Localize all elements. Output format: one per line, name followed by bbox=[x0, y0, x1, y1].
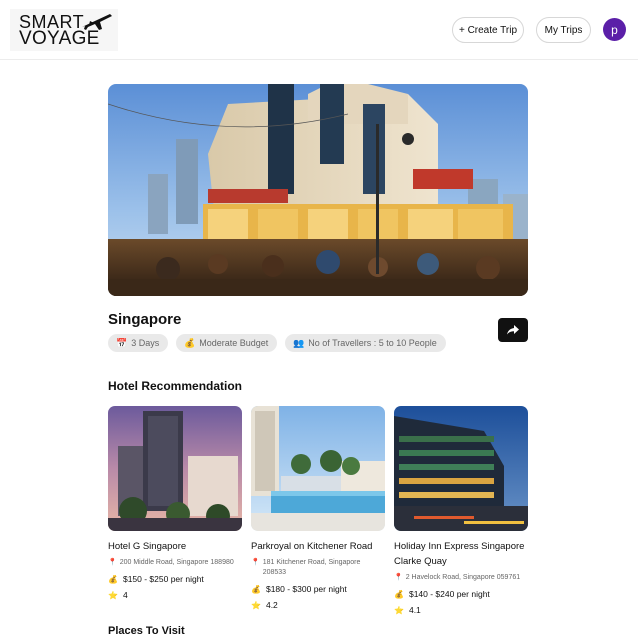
share-button[interactable] bbox=[498, 318, 528, 342]
destination-hero-image bbox=[108, 84, 528, 296]
share-icon bbox=[507, 325, 519, 335]
destination-title: Singapore bbox=[108, 311, 182, 328]
hotel-image bbox=[108, 406, 242, 531]
hotel-rating: ⭐ 4.1 bbox=[394, 605, 528, 615]
hotel-address: 📍 181 Kitchener Road, Singapore 208533 bbox=[251, 558, 385, 578]
hotel-name: Parkroyal on Kitchener Road bbox=[251, 541, 373, 552]
map-pin-icon: 📍 bbox=[394, 574, 403, 581]
hotel-image bbox=[394, 406, 528, 531]
top-navbar: SMART VOYAGE + Create Trip My Trips p bbox=[0, 0, 638, 60]
hotel-address-text: 2 Havelock Road, Singapore 059761 bbox=[405, 574, 521, 581]
budget-chip: 💰 Moderate Budget bbox=[176, 334, 278, 352]
star-icon: ⭐ bbox=[394, 605, 404, 615]
star-icon: ⭐ bbox=[251, 600, 261, 610]
budget-label: Moderate Budget bbox=[199, 338, 269, 348]
money-bag-icon: 💰 bbox=[251, 584, 261, 594]
money-bag-icon: 💰 bbox=[184, 337, 196, 348]
hotel-price-text: $140 - $240 per night bbox=[408, 589, 490, 599]
hotel-rating-value: 4 bbox=[122, 590, 128, 600]
travellers-chip: 👥 No of Travellers : 5 to 10 People bbox=[285, 334, 446, 352]
hotel-price: 💰 $140 - $240 per night bbox=[394, 589, 528, 599]
avatar[interactable]: p bbox=[603, 18, 626, 41]
hotel-price: 💰 $180 - $300 per night bbox=[251, 584, 385, 594]
hotel-card[interactable]: Hotel G Singapore 📍 200 Middle Road, Sin… bbox=[108, 406, 242, 600]
my-trips-button[interactable]: My Trips bbox=[536, 17, 591, 43]
map-pin-icon: 📍 bbox=[251, 559, 260, 566]
hotel-rating: ⭐ 4 bbox=[108, 590, 242, 600]
money-bag-icon: 💰 bbox=[394, 589, 404, 599]
hotel-rating-value: 4.1 bbox=[408, 605, 421, 615]
logo[interactable]: SMART VOYAGE bbox=[10, 9, 118, 51]
hotel-address: 📍 200 Middle Road, Singapore 188980 bbox=[108, 558, 242, 568]
hotel-card[interactable]: Parkroyal on Kitchener Road 📍 181 Kitche… bbox=[251, 406, 385, 610]
duration-label: 3 Days bbox=[131, 338, 160, 348]
hotel-price: 💰 $150 - $250 per night bbox=[108, 574, 242, 584]
hotel-name: Holiday Inn Express Singapore Clarke Qua… bbox=[394, 541, 525, 567]
duration-chip: 📅 3 Days bbox=[108, 334, 169, 352]
create-trip-button[interactable]: + Create Trip bbox=[452, 17, 524, 43]
hotel-rating-value: 4.2 bbox=[265, 600, 278, 610]
hotel-price-text: $180 - $300 per night bbox=[265, 584, 347, 594]
hotel-card[interactable]: Holiday Inn Express Singapore Clarke Qua… bbox=[394, 406, 528, 615]
hotel-address-text: 200 Middle Road, Singapore 188980 bbox=[119, 559, 234, 566]
airplane-icon bbox=[82, 14, 112, 30]
hotel-name: Hotel G Singapore bbox=[108, 541, 187, 552]
logo-line2: VOYAGE bbox=[19, 28, 100, 49]
people-icon: 👥 bbox=[293, 337, 305, 348]
hotel-price-text: $150 - $250 per night bbox=[122, 574, 204, 584]
hotel-rating: ⭐ 4.2 bbox=[251, 600, 385, 610]
hotel-address-text: 181 Kitchener Road, Singapore 208533 bbox=[262, 559, 361, 576]
calendar-icon: 📅 bbox=[116, 337, 128, 348]
hotel-recommendation-heading: Hotel Recommendation bbox=[108, 379, 243, 393]
hotel-image bbox=[251, 406, 385, 531]
money-bag-icon: 💰 bbox=[108, 574, 118, 584]
map-pin-icon: 📍 bbox=[108, 559, 117, 566]
hotel-address: 📍 2 Havelock Road, Singapore 059761 bbox=[394, 573, 528, 583]
travellers-label: No of Travellers : 5 to 10 People bbox=[308, 338, 437, 348]
places-to-visit-heading: Places To Visit bbox=[108, 625, 185, 637]
star-icon: ⭐ bbox=[108, 590, 118, 600]
